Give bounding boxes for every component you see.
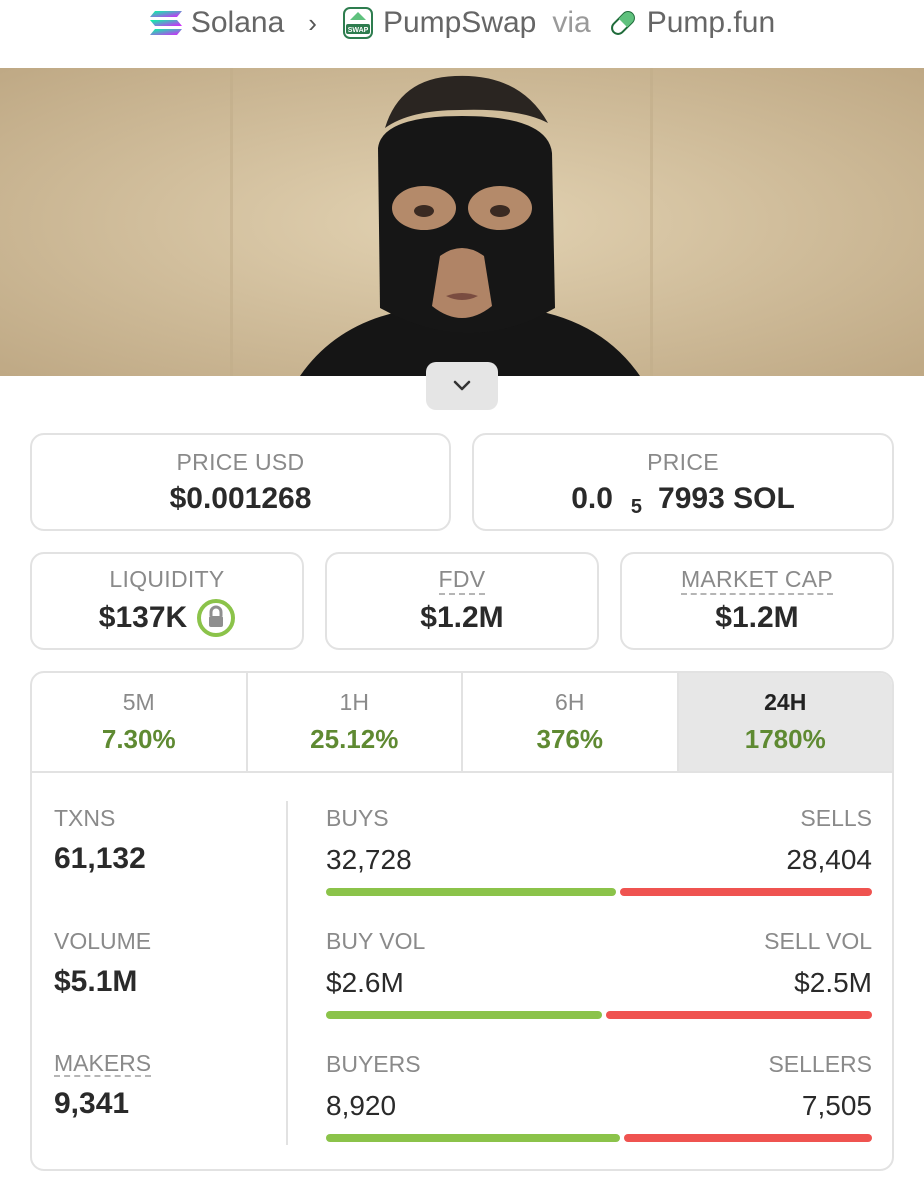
buy-vol-bar	[326, 1011, 603, 1019]
breadcrumb: Solana › SWAP PumpSwap via Pump.fun	[0, 0, 924, 46]
volume-stat: VOLUME $5.1M	[54, 928, 151, 999]
liquidity-value-row: $137K	[98, 598, 236, 637]
sell-vol-label: SELL VOL	[764, 928, 872, 954]
pill-icon	[610, 11, 635, 35]
dex-label: PumpSwap	[382, 6, 537, 39]
fdv-label: FDV	[438, 567, 486, 595]
tab-1h[interactable]: 1H 25.12%	[248, 673, 463, 771]
breadcrumb-launchpad[interactable]: Pump.fun	[607, 6, 775, 40]
tab-label: 6H	[555, 689, 585, 715]
pumpswap-icon: SWAP	[342, 7, 373, 39]
makers-split-stat: BUYERS SELLERS 8,920 7,505	[326, 1051, 872, 1142]
price-usd-value: $0.001268	[169, 481, 312, 515]
liquidity-card: LIQUIDITY $137K	[30, 552, 304, 650]
sell-vol-bar	[606, 1011, 872, 1019]
chevron-down-icon	[453, 380, 471, 391]
token-banner	[0, 68, 924, 376]
price-native-zero-count: 5	[630, 496, 643, 518]
buys-sells-ratio-bar	[326, 888, 872, 896]
txns-stat: TXNS 61,132	[54, 805, 146, 876]
breadcrumb-chain[interactable]: Solana	[149, 6, 284, 40]
tab-change: 376%	[536, 724, 604, 754]
volume-label: VOLUME	[54, 928, 152, 954]
price-native-label: PRICE	[647, 448, 719, 475]
sellers-value: 7,505	[801, 1090, 872, 1121]
tab-5m[interactable]: 5M 7.30%	[32, 673, 248, 771]
collapse-banner-button[interactable]	[426, 362, 498, 410]
txns-label: TXNS	[54, 805, 116, 831]
solana-icon	[149, 11, 182, 35]
makers-label: MAKERS	[54, 1050, 152, 1078]
price-usd-card: PRICE USD $0.001268	[30, 433, 451, 531]
volume-value: $5.1M	[54, 965, 138, 998]
buy-vol-value: $2.6M	[326, 967, 404, 998]
timeframe-tabs: 5M 7.30% 1H 25.12% 6H 376% 24H 1780%	[32, 673, 892, 773]
liquidity-value: $137K	[98, 600, 188, 634]
breadcrumb-separator: ›	[308, 7, 317, 38]
price-native-card: PRICE 0.0 5 7993 SOL	[472, 433, 894, 531]
lock-icon[interactable]	[197, 598, 236, 637]
market-cap-card[interactable]: MARKET CAP $1.2M	[620, 552, 894, 650]
fdv-card[interactable]: FDV $1.2M	[325, 552, 599, 650]
txns-value: 61,132	[54, 842, 146, 875]
tab-change: 25.12%	[310, 724, 399, 754]
svg-text:SWAP: SWAP	[348, 27, 369, 34]
breadcrumb-dex[interactable]: SWAP PumpSwap	[341, 6, 536, 40]
tab-change: 7.30%	[101, 724, 176, 754]
sellers-bar	[624, 1134, 872, 1142]
sells-label: SELLS	[800, 805, 872, 831]
market-cap-value: $1.2M	[715, 600, 799, 634]
market-cap-label: MARKET CAP	[680, 567, 834, 595]
volume-split-stat: BUY VOL SELL VOL $2.6M $2.5M	[326, 928, 872, 1019]
tab-change: 1780%	[744, 724, 826, 754]
price-native-suffix: 7993 SOL	[658, 481, 795, 515]
sells-bar	[619, 888, 872, 896]
makers-value: 9,341	[54, 1087, 130, 1121]
buyers-label: BUYERS	[326, 1051, 421, 1077]
volume-ratio-bar	[326, 1011, 872, 1019]
buy-vol-label: BUY VOL	[326, 928, 426, 954]
launchpad-label: Pump.fun	[646, 6, 776, 39]
fdv-value: $1.2M	[420, 600, 504, 634]
buys-sells-stat: BUYS SELLS 32,728 28,404	[326, 805, 872, 896]
buys-value: 32,728	[326, 844, 412, 875]
sell-vol-value: $2.5M	[794, 967, 872, 998]
stats-divider	[286, 801, 288, 1145]
buys-label: BUYS	[326, 805, 389, 831]
tab-6h[interactable]: 6H 376%	[463, 673, 679, 771]
trading-stats-panel: 5M 7.30% 1H 25.12% 6H 376% 24H 1780% TXN…	[30, 671, 894, 1171]
buyers-value: 8,920	[326, 1090, 397, 1121]
makers-ratio-bar	[326, 1134, 872, 1142]
tab-label: 24H	[764, 689, 807, 715]
buys-bar	[326, 888, 616, 896]
tab-label: 1H	[339, 689, 369, 715]
price-native-prefix: 0.0	[571, 481, 613, 515]
sellers-label: SELLERS	[768, 1051, 872, 1077]
banner-image	[0, 68, 924, 376]
sells-value: 28,404	[786, 844, 872, 875]
via-text: via	[552, 6, 591, 39]
chain-label: Solana	[190, 6, 285, 39]
tab-label: 5M	[122, 689, 155, 715]
makers-stat[interactable]: MAKERS 9,341	[54, 1050, 152, 1121]
price-usd-label: PRICE USD	[176, 448, 305, 475]
tab-24h[interactable]: 24H 1780%	[678, 673, 892, 771]
liquidity-label: LIQUIDITY	[109, 565, 225, 592]
buyers-bar	[326, 1134, 621, 1142]
price-native-value: 0.0 5 7993 SOL	[571, 481, 795, 519]
